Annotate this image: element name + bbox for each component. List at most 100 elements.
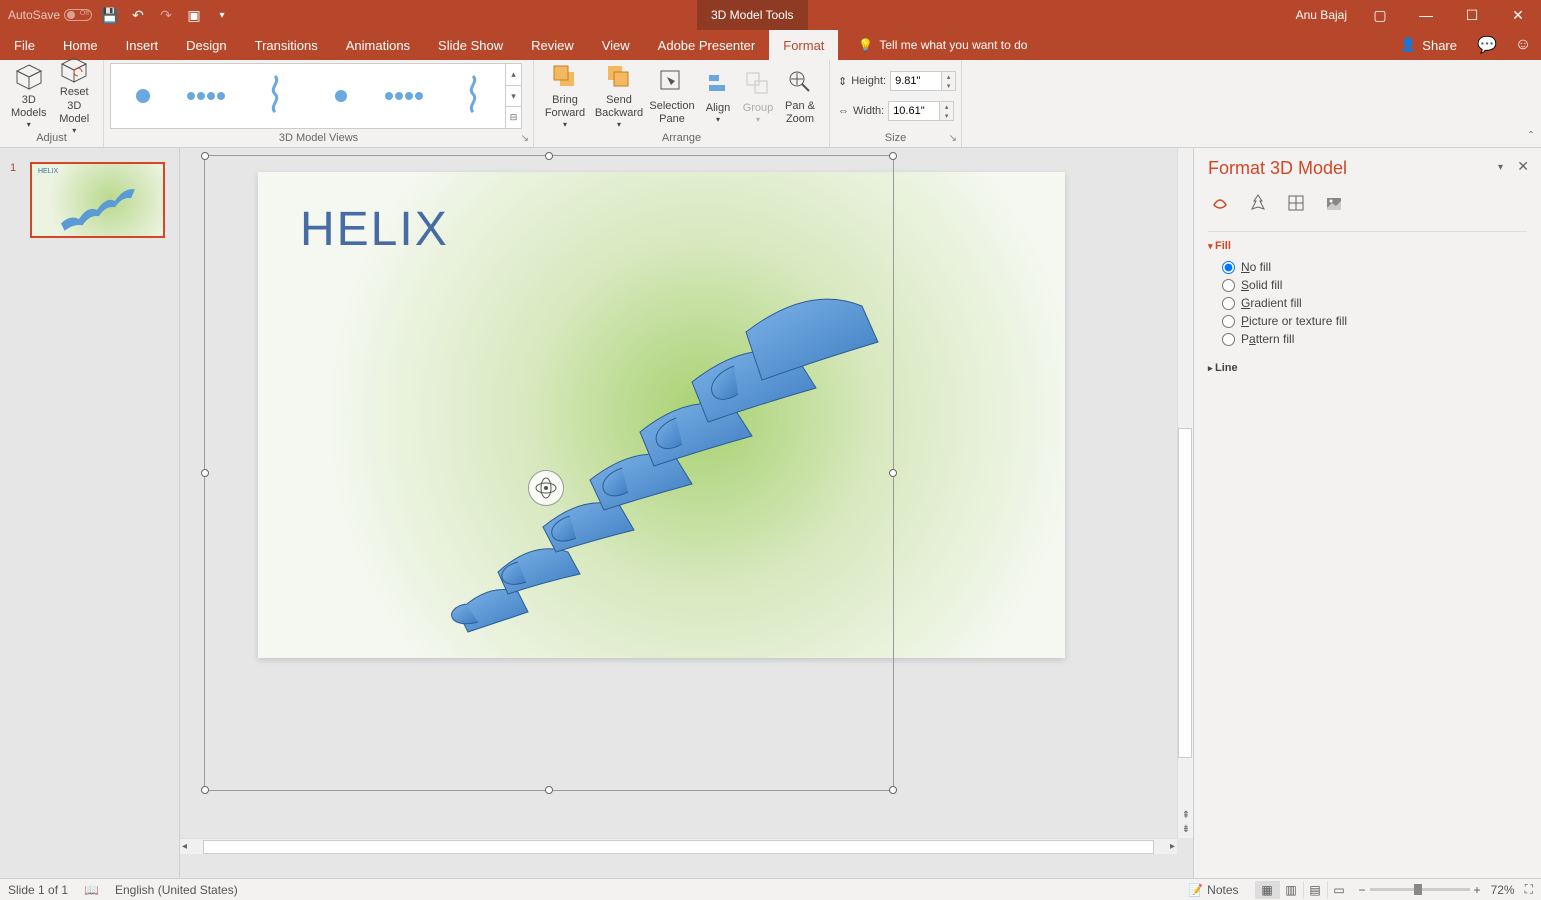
language-indicator[interactable]: English (United States) (115, 883, 238, 897)
resize-handle-bl[interactable] (201, 786, 209, 794)
line-section-header[interactable]: Line (1208, 362, 1527, 374)
view-item-4[interactable] (313, 68, 369, 124)
gradient-fill-option[interactable]: Gradient fill (1222, 296, 1527, 310)
minimize-icon[interactable]: ― (1403, 0, 1449, 30)
chevron-down-icon[interactable]: ▾ (940, 111, 953, 120)
align-button[interactable]: Align▾ (700, 62, 736, 130)
dialog-launcher-icon[interactable]: ↘ (521, 133, 529, 144)
gallery-more-icon[interactable]: ⊟ (506, 107, 521, 128)
slide-editor[interactable]: HELIX (180, 148, 1193, 878)
no-fill-option[interactable]: No fill (1222, 260, 1527, 274)
resize-handle-tm[interactable] (545, 152, 553, 160)
tab-file[interactable]: File (0, 30, 49, 60)
width-spinner[interactable]: ▴▾ (940, 101, 954, 121)
chevron-up-icon[interactable]: ▴ (940, 102, 953, 111)
editor-horizontal-scrollbar[interactable]: ◂ ▸ (180, 838, 1177, 854)
normal-view-icon[interactable]: ▦ (1255, 881, 1279, 899)
slideshow-view-icon[interactable]: ▭ (1327, 881, 1351, 899)
start-from-beginning-icon[interactable]: ▣ (184, 5, 204, 25)
helix-3d-model[interactable] (358, 282, 938, 642)
notes-button[interactable]: 📝Notes (1188, 883, 1238, 897)
view-item-1[interactable] (115, 68, 171, 124)
scrollbar-thumb[interactable] (203, 840, 1154, 854)
tab-view[interactable]: View (588, 30, 644, 60)
tab-design[interactable]: Design (172, 30, 240, 60)
selection-pane-button[interactable]: Selection Pane (648, 62, 696, 130)
view-item-6[interactable] (445, 68, 501, 124)
user-name[interactable]: Anu Bajaj (1296, 8, 1347, 22)
save-icon[interactable]: 💾 (100, 5, 120, 25)
radio-icon[interactable] (1222, 261, 1235, 274)
undo-icon[interactable]: ↶ (128, 5, 148, 25)
pattern-fill-option[interactable]: Pattern fill (1222, 332, 1527, 346)
scroll-right-icon[interactable]: ▸ (1168, 841, 1177, 852)
collapse-ribbon-icon[interactable]: ˆ (1529, 129, 1533, 143)
tab-slideshow[interactable]: Slide Show (424, 30, 517, 60)
solid-fill-option[interactable]: Solid fill (1222, 278, 1527, 292)
tell-me-search[interactable]: 💡Tell me what you want to do (838, 38, 1027, 52)
3d-models-button[interactable]: 3D Models▾ (6, 62, 52, 130)
customize-qat-icon[interactable]: ▾ (212, 5, 232, 25)
gallery-down-icon[interactable]: ▾ (506, 86, 521, 108)
reset-3d-model-button[interactable]: Reset 3D Model▾ (52, 62, 98, 130)
zoom-in-icon[interactable]: + (1474, 883, 1481, 897)
tab-adobe-presenter[interactable]: Adobe Presenter (644, 30, 770, 60)
tab-insert[interactable]: Insert (112, 30, 173, 60)
maximize-icon[interactable]: ☐ (1449, 0, 1495, 30)
resize-handle-ml[interactable] (201, 469, 209, 477)
radio-icon[interactable] (1222, 297, 1235, 310)
redo-icon[interactable]: ↷ (156, 5, 176, 25)
views-gallery[interactable]: ▴ ▾ ⊟ (110, 63, 522, 129)
dialog-launcher-icon[interactable]: ↘ (949, 133, 957, 144)
fit-to-window-icon[interactable]: ⛶ (1525, 882, 1533, 897)
resize-handle-bm[interactable] (545, 786, 553, 794)
tab-transitions[interactable]: Transitions (241, 30, 332, 60)
3d-model-tab-icon[interactable] (1322, 191, 1346, 215)
comments-icon[interactable]: 💬 (1469, 35, 1505, 55)
slide-thumbnail-1[interactable]: HELIX (30, 162, 165, 238)
close-icon[interactable]: ✕ (1495, 0, 1541, 30)
resize-handle-tl[interactable] (201, 152, 209, 160)
radio-icon[interactable] (1222, 315, 1235, 328)
send-backward-button[interactable]: Send Backward▾ (594, 62, 644, 130)
pan-zoom-button[interactable]: Pan & Zoom (780, 62, 820, 130)
tab-format[interactable]: Format (769, 30, 838, 60)
gallery-up-icon[interactable]: ▴ (506, 64, 521, 86)
fill-section-header[interactable]: Fill (1208, 240, 1527, 252)
zoom-level[interactable]: 72% (1491, 883, 1515, 897)
picture-fill-option[interactable]: Picture or texture fill (1222, 314, 1527, 328)
zoom-out-icon[interactable]: − (1359, 883, 1366, 897)
spell-check-icon[interactable]: 📖 (84, 883, 99, 897)
prev-slide-icon[interactable]: ⇞ (1178, 810, 1193, 824)
reading-view-icon[interactable]: ▤ (1303, 881, 1327, 899)
fill-line-tab-icon[interactable] (1208, 191, 1232, 215)
width-input[interactable] (888, 101, 940, 121)
pane-close-icon[interactable]: ✕ (1517, 158, 1529, 175)
pane-options-icon[interactable]: ▾ (1498, 162, 1503, 173)
radio-icon[interactable] (1222, 333, 1235, 346)
view-item-2[interactable] (181, 68, 237, 124)
resize-handle-br[interactable] (889, 786, 897, 794)
scrollbar-thumb[interactable] (1178, 428, 1192, 758)
chevron-up-icon[interactable]: ▴ (942, 72, 955, 81)
zoom-slider[interactable] (1370, 888, 1470, 891)
view-item-3[interactable] (247, 68, 303, 124)
3d-rotate-control[interactable] (528, 470, 564, 506)
slide-counter[interactable]: Slide 1 of 1 (8, 883, 68, 897)
editor-vertical-scrollbar[interactable]: ⇞⇟ (1177, 148, 1193, 838)
share-button[interactable]: 👤Share (1388, 37, 1469, 53)
size-properties-tab-icon[interactable] (1284, 191, 1308, 215)
bring-forward-button[interactable]: Bring Forward▾ (540, 62, 590, 130)
view-item-5[interactable] (379, 68, 435, 124)
tab-review[interactable]: Review (517, 30, 588, 60)
slide-canvas[interactable]: HELIX (258, 172, 1065, 658)
height-spinner[interactable]: ▴▾ (942, 71, 956, 91)
resize-handle-tr[interactable] (889, 152, 897, 160)
autosave-toggle[interactable]: AutoSave Off (8, 8, 92, 22)
radio-icon[interactable] (1222, 279, 1235, 292)
scroll-left-icon[interactable]: ◂ (180, 841, 189, 852)
tab-animations[interactable]: Animations (332, 30, 424, 60)
slide-sorter-view-icon[interactable]: ▥ (1279, 881, 1303, 899)
chevron-down-icon[interactable]: ▾ (942, 81, 955, 90)
next-slide-icon[interactable]: ⇟ (1178, 824, 1193, 838)
